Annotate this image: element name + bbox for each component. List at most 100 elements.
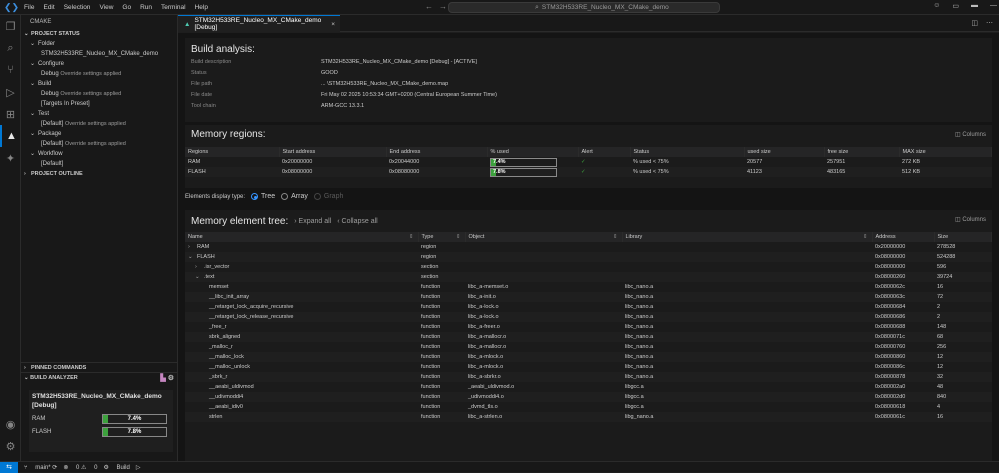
build-status[interactable]: ⚙ Build (103, 464, 129, 471)
cmake-icon[interactable]: ▲ (0, 125, 21, 147)
menu-item-edit[interactable]: Edit (43, 4, 54, 11)
status-item[interactable]: Debug Override settings applied (21, 69, 177, 79)
tree-row[interactable]: __malloc_unlock function libc_a-mlock.o lib… (185, 362, 992, 372)
expand-all-button[interactable]: › Expand all (294, 218, 331, 225)
status-item[interactable]: STM32H533RE_Nucleo_MX_CMake_demo (21, 49, 177, 59)
status-item[interactable]: ⌄ Configure (21, 59, 177, 69)
menu-item-terminal[interactable]: Terminal (161, 4, 186, 11)
tree-row[interactable]: _malloc_r function libc_a-mallocr.o libc_na… (185, 342, 992, 352)
menu-item-view[interactable]: View (99, 4, 113, 11)
accounts-icon[interactable]: ☺ (933, 2, 940, 10)
project-status-header[interactable]: ⌄ PROJECT STATUS (21, 29, 177, 39)
problems-status[interactable]: ⊗ 0 ⚠ 0 (63, 464, 97, 471)
gear-icon[interactable]: ⚙ (168, 375, 174, 382)
run-debug-icon[interactable]: ▷ (0, 81, 21, 103)
column-header[interactable]: Address (872, 232, 935, 242)
column-header[interactable]: Alert (578, 147, 631, 157)
back-arrow-icon[interactable]: ← (425, 2, 433, 11)
extensions-icon[interactable]: ⊞ (0, 103, 21, 125)
account-icon[interactable]: ◉ (0, 413, 21, 435)
tab-build-analyzer[interactable]: ▲ STM32H533RE_Nucleo_MX_CMake_demo [Debu… (178, 15, 340, 32)
status-item[interactable]: ⌄ Build (21, 79, 177, 89)
build-analyzer-header[interactable]: ⌄ BUILD ANALYZER ▙ ⚙ (21, 372, 178, 383)
layout-icon[interactable]: ▭ (952, 2, 959, 10)
collapse-all-button[interactable]: ‹ Collapse all (337, 218, 377, 225)
status-item[interactable]: ⌄ Workflow (21, 149, 177, 159)
stm32-icon[interactable]: ✦ (0, 147, 21, 169)
minimize-icon[interactable]: — (990, 2, 997, 10)
tree-row[interactable]: ⌄ .text section 0x08000260 39724 (185, 272, 992, 282)
forward-arrow-icon[interactable]: → (439, 2, 447, 11)
column-header[interactable]: Size (934, 232, 992, 242)
start-address-cell: 0x08000000 (279, 167, 386, 177)
chevron-right-icon[interactable]: › (195, 264, 204, 270)
column-header[interactable]: used size (744, 147, 825, 157)
column-header[interactable]: Object ⇕ (465, 232, 623, 242)
column-header[interactable]: Start address (279, 147, 387, 157)
tree-row[interactable]: __retarget_lock_release_recursive functio… (185, 312, 992, 322)
size-cell: 596 (937, 264, 947, 270)
project-outline-header[interactable]: › PROJECT OUTLINE (21, 169, 177, 179)
remote-icon[interactable]: ⇆ (0, 461, 18, 473)
column-header[interactable]: Library ⇕ (622, 232, 873, 242)
branch-status[interactable]: ⑂ main* ⟳ (24, 464, 57, 471)
chevron-down-icon[interactable]: ⌄ (195, 274, 204, 280)
columns-button[interactable]: ◫ Columns (955, 216, 986, 223)
tree-row[interactable]: __malloc_lock function libc_a-mlock.o libc_… (185, 352, 992, 362)
column-header[interactable]: Type ⇕ (418, 232, 466, 242)
chevron-right-icon[interactable]: › (188, 244, 197, 250)
source-control-icon[interactable]: ⑂ (0, 59, 21, 81)
pinned-commands-header[interactable]: › PINNED COMMANDS (21, 362, 178, 372)
tree-row[interactable]: _free_r function libc_a-freer.o libc_nano.a… (185, 322, 992, 332)
status-item[interactable]: ⌄ Package (21, 129, 177, 139)
explorer-icon[interactable]: ❐ (0, 15, 21, 37)
tree-row[interactable]: __retarget_lock_acquire_recursive functio… (185, 302, 992, 312)
tree-row[interactable]: __libc_init_array function libc_a-init.o li… (185, 292, 992, 302)
tree-row[interactable]: memset function libc_a-memset.o libc_nano.a… (185, 282, 992, 292)
status-item[interactable]: [Targets In Preset] (21, 99, 177, 109)
tree-row[interactable]: _sbrk_r function libc_a-sbrkr.o libc_nano.a… (185, 372, 992, 382)
tree-row[interactable]: strlen function libc_a-strlen.o libg_nano.a… (185, 412, 992, 422)
run-icon[interactable]: ▷ (136, 464, 141, 471)
search-icon: ⌕ (535, 3, 539, 11)
status-item[interactable]: ⌄ Folder (21, 39, 177, 49)
column-header[interactable]: Status (630, 147, 745, 157)
tree-row[interactable]: › RAM region 0x20000000 278528 (185, 242, 992, 252)
tree-row[interactable]: __udivmoddi4 function _udivmoddi4.o libgcc.… (185, 392, 992, 402)
command-search[interactable]: ⌕ STM32H533RE_Nucleo_MX_CMake_demo (448, 2, 720, 13)
split-editor-icon[interactable]: ◫ (971, 19, 978, 27)
column-header[interactable]: End address (386, 147, 488, 157)
tree-row[interactable]: ⌄ FLASH region 0x08000000 524288 (185, 252, 992, 262)
column-header[interactable]: MAX size (899, 147, 992, 157)
tree-row[interactable]: __aeabi_uldivmod function _aeabi_uldivmod.… (185, 382, 992, 392)
settings-gear-icon[interactable]: ⚙ (0, 435, 21, 457)
tree-row[interactable]: › .isr_vector section 0x08000000 596 (185, 262, 992, 272)
columns-button[interactable]: ◫ Columns (955, 131, 986, 138)
status-item[interactable]: Debug Override settings applied (21, 89, 177, 99)
status-item[interactable]: [Default] (21, 159, 177, 169)
column-header[interactable]: Regions (185, 147, 280, 157)
tree-row[interactable]: __aeabi_idiv0 function _dvmd_tls.o libgcc.a… (185, 402, 992, 412)
menu-item-selection[interactable]: Selection (64, 4, 91, 11)
table-row[interactable]: FLASH 0x08000000 0x08080000 7.8% ✓ % used < 7… (185, 167, 992, 177)
menu-item-file[interactable]: File (24, 4, 34, 11)
column-header[interactable]: % used (487, 147, 579, 157)
column-header[interactable]: free size (824, 147, 900, 157)
status-item[interactable]: [Default] Override settings applied (21, 139, 177, 149)
chart-icon[interactable]: ▙ (160, 375, 165, 382)
search-icon[interactable]: ⌕ (0, 37, 21, 59)
menu-item-help[interactable]: Help (195, 4, 208, 11)
table-row[interactable]: RAM 0x20000000 0x20044000 7.4% ✓ % used < 75%… (185, 157, 992, 167)
close-icon[interactable]: × (331, 21, 335, 28)
menu-item-go[interactable]: Go (122, 4, 131, 11)
status-item[interactable]: ⌄ Test (21, 109, 177, 119)
panel-icon[interactable]: ▬ (971, 2, 978, 10)
menu-item-run[interactable]: Run (140, 4, 152, 11)
column-header[interactable]: Name ⇕ (185, 232, 419, 242)
radio-tree[interactable]: Tree (251, 193, 275, 200)
tree-row[interactable]: sbrk_aligned function libc_a-mallocr.o libc… (185, 332, 992, 342)
more-actions-icon[interactable]: ⋯ (986, 19, 993, 27)
status-item[interactable]: [Default] Override settings applied (21, 119, 177, 129)
chevron-down-icon[interactable]: ⌄ (188, 254, 197, 260)
radio-array[interactable]: Array (281, 193, 308, 200)
